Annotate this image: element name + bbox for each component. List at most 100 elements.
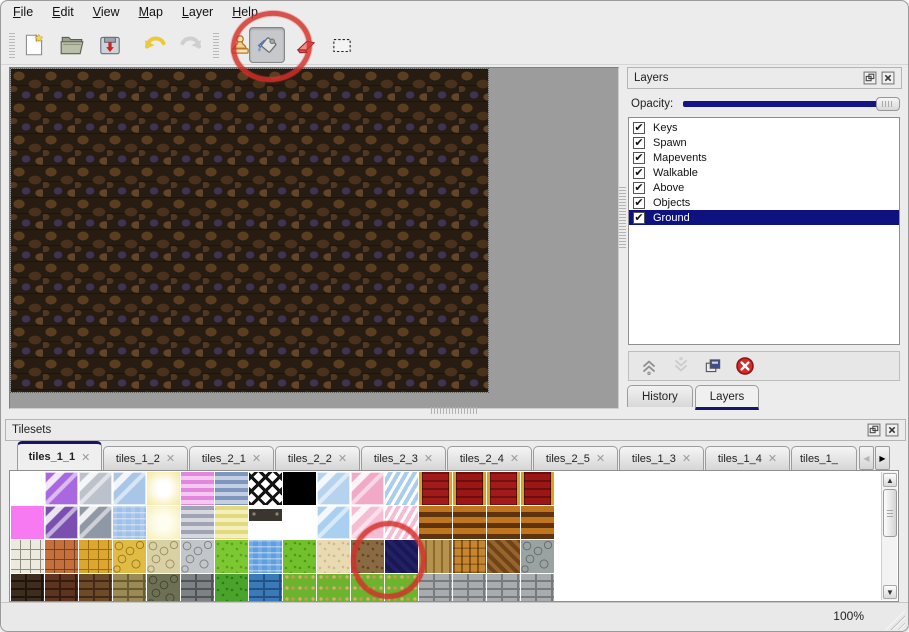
tile-stripes-yellow[interactable] [215,506,248,539]
tileset-tab-tiles_1[interactable]: tiles_1_ [791,446,857,470]
map-canvas[interactable] [11,69,488,392]
layer-row-above[interactable]: ✔Above [629,180,899,195]
tile-curtain-red-3[interactable] [487,472,520,505]
lower-layer-button[interactable] [671,356,691,376]
vertical-splitter-handle[interactable] [619,187,626,249]
tile-tiles-gold[interactable] [79,540,112,573]
tile-empty-white[interactable] [11,472,44,505]
layer-row-keys[interactable]: ✔Keys [629,120,899,135]
float-panel-icon[interactable] [863,71,877,85]
tile-planks-vertical[interactable] [419,540,452,573]
tile-stripes-diag-blue[interactable] [385,472,418,505]
checkbox-spawn[interactable]: ✔ [633,137,645,149]
tile-brick-stone-4[interactable] [521,574,554,602]
tile-glow-pale-yellow[interactable] [147,506,180,539]
tile-dirt-speckled[interactable] [351,540,384,573]
tab-scroll-left-icon[interactable]: ◀ [859,446,874,470]
tile-dark-navy-circled[interactable] [385,540,418,573]
tileset-tab-tiles_1_2[interactable]: tiles_1_2✕ [103,446,188,470]
tile-water-blue[interactable] [249,540,282,573]
checkbox-objects[interactable]: ✔ [633,197,645,209]
tile-brick-darkbrown[interactable] [11,574,44,602]
menu-file[interactable]: File [13,5,33,19]
tab-close-icon[interactable]: ✕ [768,452,777,465]
tile-empty-white[interactable] [283,506,316,539]
resize-grip[interactable] [885,610,905,630]
tile-glass-purple[interactable] [45,472,78,505]
tab-close-icon[interactable]: ✕ [338,452,347,465]
select-tool-button[interactable] [327,30,357,60]
tile-flagstones-yellow[interactable] [113,540,146,573]
menu-layer[interactable]: Layer [182,5,213,19]
tile-glass-silver[interactable] [79,472,112,505]
tile-basketweave-orange[interactable] [453,540,486,573]
tile-stone-blocks-white[interactable] [11,540,44,573]
tileset-tab-tiles_2_4[interactable]: tiles_2_4✕ [447,446,532,470]
tile-grass-flowers-2[interactable] [317,574,350,602]
menu-map[interactable]: Map [139,5,163,19]
tile-glass-lightblue[interactable] [317,472,350,505]
scroll-down-icon[interactable]: ▼ [883,585,897,599]
tile-brick-stone-1[interactable] [419,574,452,602]
checkbox-mapevents[interactable]: ✔ [633,152,645,164]
tile-cobble-beige[interactable] [147,540,180,573]
dock-tab-history[interactable]: History [627,385,693,407]
tileset-tab-tiles_2_2[interactable]: tiles_2_2✕ [275,446,360,470]
tile-brick-stone-3[interactable] [487,574,520,602]
close-panel-icon[interactable] [885,423,899,437]
tile-logs-gray[interactable] [521,540,554,573]
toolbar-drag-handle[interactable] [213,33,219,59]
tab-close-icon[interactable]: ✕ [510,452,519,465]
float-panel-icon[interactable] [867,423,881,437]
close-panel-icon[interactable] [881,71,895,85]
opacity-slider[interactable] [683,101,898,107]
tile-stripes-diag-pink[interactable] [385,506,418,539]
tileset-tab-tiles_1_1[interactable]: tiles_1_1✕ [17,441,102,470]
raise-layer-button[interactable] [639,356,659,376]
redo-button[interactable] [177,30,207,60]
tileset-tab-tiles_1_3[interactable]: tiles_1_3✕ [619,446,704,470]
tile-stripes-steelblue[interactable] [215,472,248,505]
tile-sand[interactable] [317,540,350,573]
tab-close-icon[interactable]: ✕ [596,452,605,465]
tile-cobble-gray[interactable] [181,540,214,573]
save-button[interactable] [95,30,125,60]
tile-brick-stone-2[interactable] [453,574,486,602]
tileset-tab-tiles_2_1[interactable]: tiles_2_1✕ [189,446,274,470]
new-button[interactable] [19,30,49,60]
tile-grass-bright[interactable] [215,540,248,573]
tile-bands-orange-4[interactable] [521,506,554,539]
dock-tab-layers[interactable]: Layers [695,385,760,410]
map-view[interactable] [9,67,619,409]
open-button[interactable] [57,30,87,60]
undo-button[interactable] [139,30,169,60]
tile-glass-rose[interactable] [351,506,384,539]
tile-glass-sky[interactable] [317,506,350,539]
tile-grass-flowers-4[interactable] [385,574,418,602]
tile-herringbone-brown[interactable] [487,540,520,573]
tab-close-icon[interactable]: ✕ [252,452,261,465]
tile-brick-tan[interactable] [113,574,146,602]
tileset-tab-tiles_1_4[interactable]: tiles_1_4✕ [705,446,790,470]
tile-brick-brown[interactable] [79,574,112,602]
checkbox-above[interactable]: ✔ [633,182,645,194]
checkbox-ground[interactable]: ✔ [633,212,645,224]
layer-row-mapevents[interactable]: ✔Mapevents [629,150,899,165]
tile-glass-gray[interactable] [79,506,112,539]
tile-grass-flowers-3[interactable] [351,574,384,602]
tab-close-icon[interactable]: ✕ [682,452,691,465]
tile-water-pale[interactable] [113,506,146,539]
tile-brick-blue[interactable] [249,574,282,602]
tile-glow-yellow[interactable] [147,472,180,505]
tile-magenta[interactable] [11,506,44,539]
menu-edit[interactable]: Edit [52,5,74,19]
tile-stripes-pink[interactable] [181,472,214,505]
tile-curtain-red-2[interactable] [453,472,486,505]
checkbox-walkable[interactable]: ✔ [633,167,645,179]
menu-help[interactable]: Help [232,5,258,19]
fill-tool-button[interactable] [249,27,285,63]
horizontal-splitter-handle[interactable] [431,407,477,414]
tile-lattice-black[interactable] [249,472,282,505]
duplicate-layer-button[interactable] [703,356,723,376]
tile-bands-orange-1[interactable] [419,506,452,539]
